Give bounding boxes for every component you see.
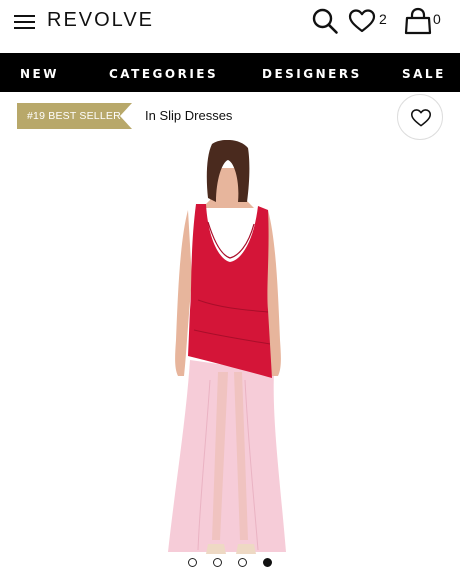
carousel-dot[interactable]: [188, 558, 197, 567]
search-icon[interactable]: [311, 7, 339, 35]
nav-item-designers[interactable]: DESIGNERS: [262, 67, 362, 81]
heart-icon: [411, 109, 431, 127]
bag-icon[interactable]: [403, 7, 433, 35]
carousel-dot-active[interactable]: [263, 558, 272, 567]
product-image[interactable]: [150, 140, 310, 575]
main-nav: NEW CATEGORIES DESIGNERS SALE: [0, 53, 460, 92]
category-link[interactable]: In Slip Dresses: [145, 108, 232, 123]
heart-icon[interactable]: [348, 8, 376, 34]
nav-item-new[interactable]: NEW: [20, 67, 59, 81]
carousel-dot[interactable]: [213, 558, 222, 567]
best-seller-badge: #19 BEST SELLER: [17, 103, 132, 129]
nav-item-categories[interactable]: CATEGORIES: [109, 67, 218, 81]
image-carousel-dots: [186, 558, 286, 570]
menu-icon[interactable]: [14, 13, 36, 29]
bag-count: 0: [433, 11, 441, 27]
add-to-wishlist-button[interactable]: [397, 94, 443, 140]
nav-item-sale[interactable]: SALE: [402, 67, 446, 81]
badge-label: #19 BEST SELLER: [27, 110, 121, 122]
header: REVOLVE 2 0: [0, 0, 460, 53]
logo[interactable]: REVOLVE: [47, 9, 154, 32]
wishlist-count: 2: [379, 11, 387, 27]
carousel-dot[interactable]: [238, 558, 247, 567]
